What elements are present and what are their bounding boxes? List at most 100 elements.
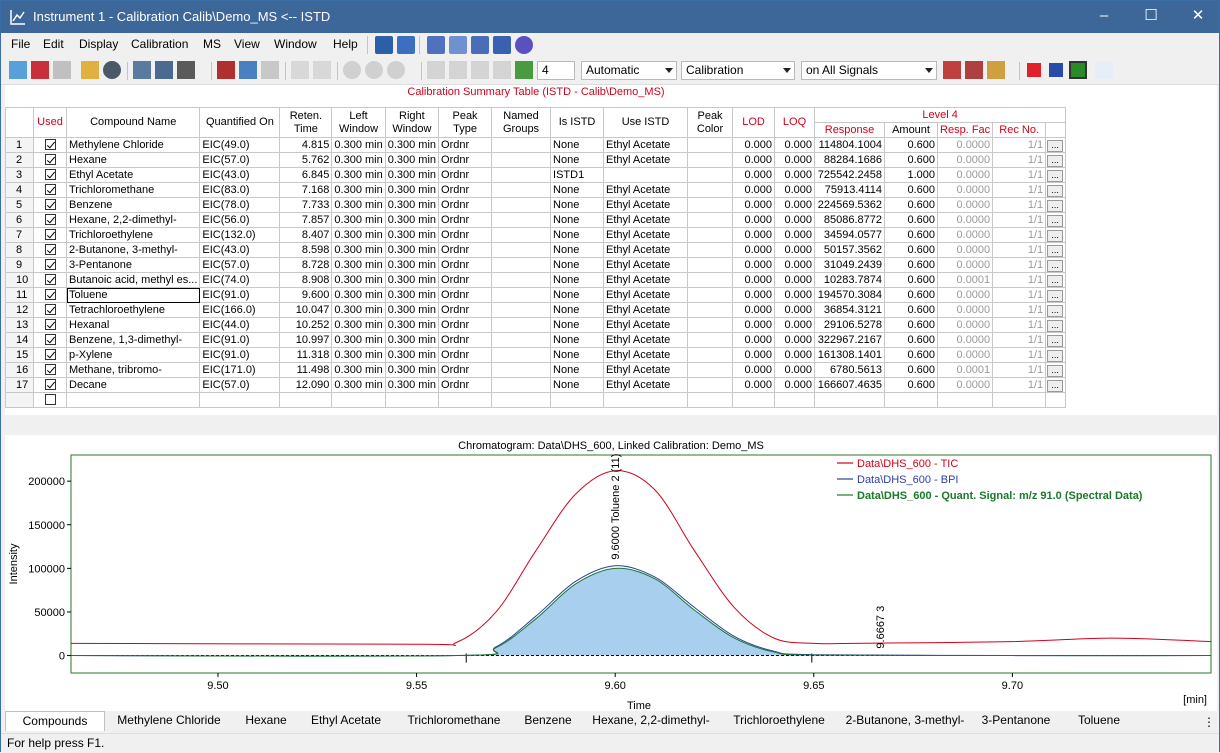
peak-type-cell[interactable]: Ordnr [438, 182, 493, 198]
rec-no-cell[interactable]: 1/1 [992, 167, 1047, 183]
quantified-on-cell[interactable]: EIC(49.0) [199, 137, 281, 153]
peak-type-cell[interactable]: Ordnr [438, 362, 493, 378]
resp-fac-cell[interactable]: 0.0001 [937, 362, 994, 378]
empty-cell[interactable] [438, 392, 493, 408]
col-amount[interactable]: Amount [884, 122, 939, 138]
col-used[interactable]: Used [33, 107, 67, 138]
amount-cell[interactable]: 0.600 [884, 137, 939, 153]
amount-cell[interactable]: 0.600 [884, 347, 939, 363]
use-istd-cell[interactable]: Ethyl Acetate [603, 347, 689, 363]
amount-cell[interactable]: 0.600 [884, 212, 939, 228]
right-window-cell[interactable]: 0.300 min [384, 347, 440, 363]
peak-color-cell[interactable] [687, 362, 734, 378]
is-istd-cell[interactable]: None [550, 362, 605, 378]
reten-time-cell[interactable]: 10.047 [279, 302, 333, 318]
table-row[interactable]: 4 Trichloromethane EIC(83.0) 7.168 0.300 min… [5, 182, 1067, 198]
col-reten[interactable]: Reten. Time [279, 107, 333, 138]
used-checkbox[interactable] [33, 272, 67, 288]
right-window-cell[interactable]: 0.300 min [384, 362, 440, 378]
left-window-cell[interactable]: 0.300 min [331, 197, 386, 213]
checkbox-icon[interactable] [44, 394, 56, 405]
peak-color-cell[interactable] [687, 332, 734, 348]
peak-color-cell[interactable] [687, 347, 734, 363]
left-window-cell[interactable]: 0.300 min [331, 227, 386, 243]
print-preview-icon[interactable] [133, 61, 151, 79]
resp-fac-cell[interactable]: 0.0000 [937, 182, 994, 198]
left-window-cell[interactable]: 0.300 min [331, 317, 386, 333]
is-istd-cell[interactable]: None [550, 227, 605, 243]
col-rec-no[interactable]: Rec No. [992, 122, 1047, 138]
tab-ethyl-acetate[interactable]: Ethyl Acetate [299, 711, 393, 731]
left-window-cell[interactable]: 0.300 min [331, 137, 386, 153]
col-level[interactable]: Level 4 [814, 107, 1067, 123]
used-checkbox[interactable] [33, 317, 67, 333]
new-icon[interactable] [9, 61, 27, 79]
ellipsis-icon[interactable]: ... [1047, 169, 1064, 182]
resp-fac-cell[interactable]: 0.0000 [937, 302, 994, 318]
response-cell[interactable]: 31049.2439 [814, 257, 886, 273]
row-detail-button[interactable]: ... [1045, 347, 1067, 363]
row-number[interactable]: 15 [5, 347, 34, 363]
is-istd-cell[interactable]: None [550, 212, 605, 228]
checkbox-checked-icon[interactable] [44, 214, 56, 225]
loq-cell[interactable]: 0.000 [774, 347, 816, 363]
use-istd-cell[interactable]: Ethyl Acetate [603, 137, 689, 153]
checkbox-checked-icon[interactable] [44, 229, 56, 240]
lod-cell[interactable]: 0.000 [732, 227, 776, 243]
checkbox-checked-icon[interactable] [44, 169, 56, 180]
peak-type-cell[interactable]: Ordnr [438, 167, 493, 183]
compound-name-cell[interactable]: Decane [65, 377, 201, 393]
row-detail-button[interactable]: ... [1045, 302, 1067, 318]
reten-time-cell[interactable]: 10.252 [279, 317, 333, 333]
use-istd-cell[interactable] [603, 167, 689, 183]
lod-cell[interactable]: 0.000 [732, 212, 776, 228]
row-number[interactable]: 17 [5, 377, 34, 393]
preview-icon[interactable] [155, 61, 173, 79]
right-window-cell[interactable]: 0.300 min [384, 167, 440, 183]
table-row[interactable]: 14 Benzene, 1,3-dimethyl- EIC(91.0) 10.997 0… [5, 332, 1067, 348]
is-istd-cell[interactable]: None [550, 257, 605, 273]
resp-fac-cell[interactable]: 0.0001 [937, 272, 994, 288]
loq-cell[interactable]: 0.000 [774, 182, 816, 198]
peak-color-cell[interactable] [687, 302, 734, 318]
reten-time-cell[interactable]: 12.090 [279, 377, 333, 393]
resp-fac-cell[interactable]: 0.0000 [937, 152, 994, 168]
peak-color-cell[interactable] [687, 257, 734, 273]
row-detail-button[interactable]: ... [1045, 212, 1067, 228]
ellipsis-icon[interactable]: ... [1047, 379, 1064, 392]
folder-icon[interactable] [81, 61, 99, 79]
col-use-istd[interactable]: Use ISTD [603, 107, 689, 138]
loq-cell[interactable]: 0.000 [774, 137, 816, 153]
named-groups-cell[interactable] [491, 152, 552, 168]
reten-time-cell[interactable]: 7.168 [279, 182, 333, 198]
use-istd-cell[interactable]: Ethyl Acetate [603, 332, 689, 348]
table-row[interactable]: 1 Methylene Chloride EIC(49.0) 4.815 0.300 m… [5, 137, 1067, 153]
lod-cell[interactable]: 0.000 [732, 272, 776, 288]
row-detail-button[interactable]: ... [1045, 257, 1067, 273]
named-groups-cell[interactable] [491, 212, 552, 228]
table-row[interactable]: 5 Benzene EIC(78.0) 7.733 0.300 min 0.300 min… [5, 197, 1067, 213]
peak-type-cell[interactable]: Ordnr [438, 152, 493, 168]
compound-name-cell[interactable]: Toluene [65, 287, 201, 303]
row-number[interactable]: 14 [5, 332, 34, 348]
peak-type-cell[interactable]: Ordnr [438, 227, 493, 243]
lod-cell[interactable]: 0.000 [732, 377, 776, 393]
response-cell[interactable]: 29106.5278 [814, 317, 886, 333]
table-row[interactable]: 11 Toluene EIC(91.0) 9.600 0.300 min 0.300 mi… [5, 287, 1067, 303]
response-cell[interactable]: 50157.3562 [814, 242, 886, 258]
col-resp-fac[interactable]: Resp. Fac [937, 122, 994, 138]
checkbox-checked-icon[interactable] [44, 319, 56, 330]
lod-cell[interactable]: 0.000 [732, 287, 776, 303]
row-detail-button[interactable]: ... [1045, 272, 1067, 288]
row-number[interactable]: 11 [5, 287, 34, 303]
amount-cell[interactable]: 0.600 [884, 377, 939, 393]
red-color-icon[interactable] [1027, 63, 1041, 77]
quantified-on-cell[interactable]: EIC(171.0) [199, 362, 281, 378]
peak-color-cell[interactable] [687, 212, 734, 228]
compound-name-cell[interactable]: Hexane [65, 152, 201, 168]
tab-scroll-icon[interactable]: ⋮ [1203, 713, 1215, 733]
row-number[interactable]: 4 [5, 182, 34, 198]
integrate-icon[interactable] [943, 61, 961, 79]
ellipsis-icon[interactable]: ... [1047, 214, 1064, 227]
loq-cell[interactable]: 0.000 [774, 152, 816, 168]
